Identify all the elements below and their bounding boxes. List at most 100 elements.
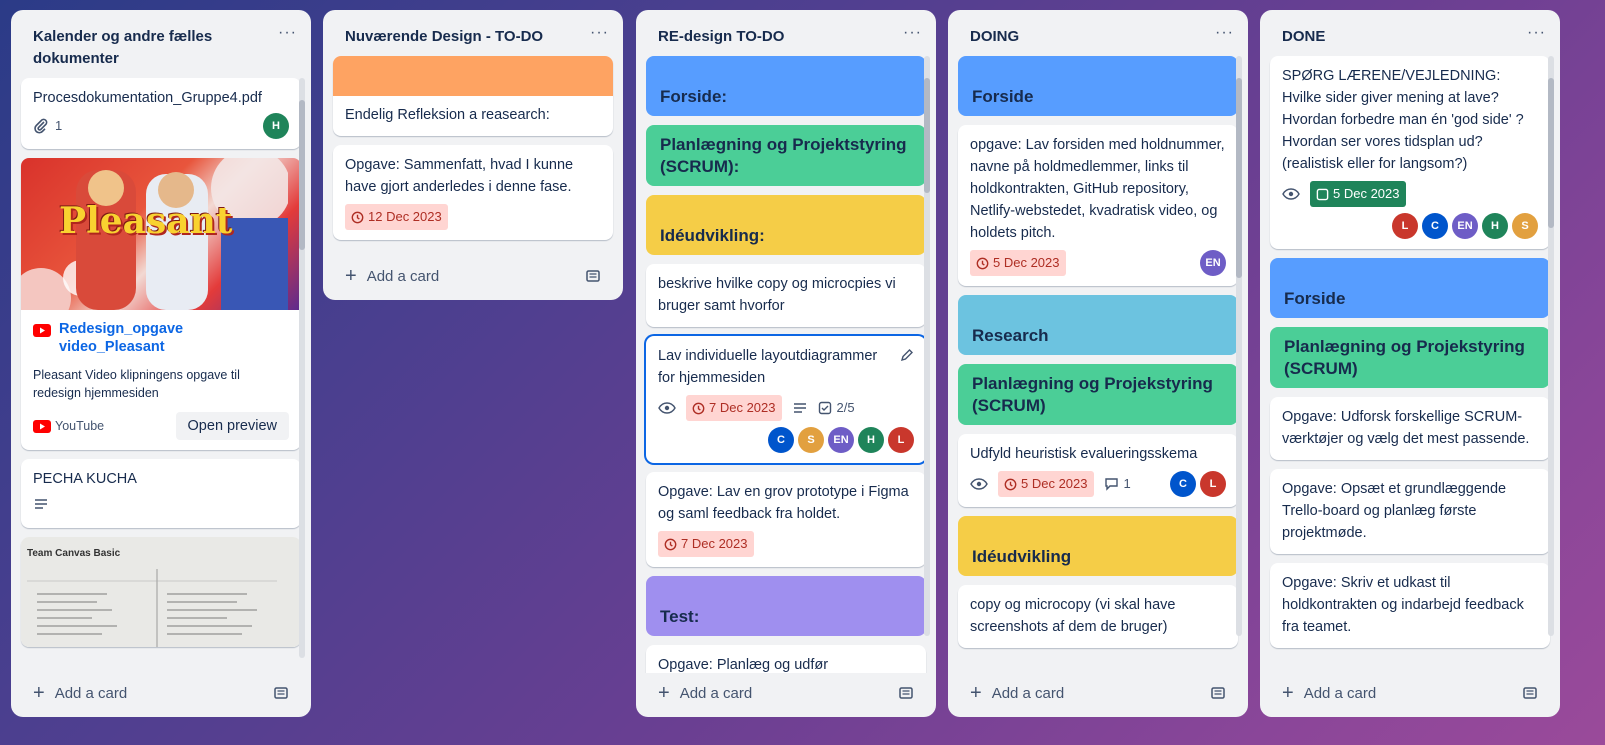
list-item[interactable]: Endelig Refleksion a reasearch: [333, 56, 613, 136]
card-title: Opgave: Skriv et udkast til holdkontrakt… [1282, 575, 1524, 635]
add-card-button[interactable]: + Add a card [323, 256, 623, 300]
avatar[interactable]: H [263, 113, 289, 139]
list-kalender: Kalender og andre fælles dokumenter ··· … [11, 10, 311, 717]
eye-icon [658, 402, 676, 414]
scrollbar-thumb[interactable] [1236, 78, 1242, 278]
list-title[interactable]: DONE [1282, 26, 1325, 48]
due-date-badge[interactable]: 5 Dec 2023 [970, 250, 1066, 276]
avatar[interactable]: EN [1200, 250, 1226, 276]
link-description: Pleasant Video klipningens opgave til re… [33, 368, 240, 400]
avatar[interactable]: H [858, 427, 884, 453]
list-menu-button[interactable]: ··· [903, 24, 922, 42]
due-date-badge[interactable]: 5 Dec 2023 [1310, 181, 1406, 207]
avatar[interactable]: L [1392, 213, 1418, 239]
plus-icon: + [1282, 682, 1294, 704]
list-item[interactable]: Procesdokumentation_Gruppe4.pdf 1 H [21, 78, 301, 149]
description-icon [793, 403, 806, 413]
label-card[interactable]: Planlægning og Projekstyring (SCRUM) [1270, 327, 1550, 388]
list-title[interactable]: Nuværende Design - TO-DO [345, 26, 543, 48]
open-preview-button[interactable]: Open preview [175, 412, 289, 440]
list-item[interactable]: Opgave: Opsæt et grundlæggende Trello-bo… [1270, 469, 1550, 554]
list-title[interactable]: Kalender og andre fælles dokumenter [33, 26, 278, 70]
add-card-button[interactable]: + Add a card [948, 673, 1248, 717]
card-cover [333, 56, 613, 96]
list-item[interactable]: Pleasant Redesign_opgave video_Pleasant … [21, 158, 301, 450]
list-menu-button[interactable]: ··· [1215, 24, 1234, 42]
add-card-button[interactable]: + Add a card [11, 673, 311, 717]
due-date-badge[interactable]: 5 Dec 2023 [998, 471, 1094, 497]
list-item[interactable]: opgave: Lav forsiden med holdnummer, nav… [958, 125, 1238, 286]
card-template-icon [1211, 687, 1225, 699]
list-item[interactable]: PECHA KUCHA [21, 459, 301, 528]
comment-badge: 1 [1104, 473, 1131, 495]
list-item[interactable]: Lav individuelle layoutdiagrammer for hj… [646, 336, 926, 463]
card-title: Udfyld heuristisk evalueringsskema [970, 446, 1198, 462]
checkbox-icon [1316, 188, 1329, 200]
list-item[interactable]: copy og microcopy (vi skal have screensh… [958, 585, 1238, 648]
add-card-button[interactable]: + Add a card [636, 673, 936, 717]
plus-icon: + [345, 265, 357, 287]
label-card[interactable]: Test: [646, 576, 926, 636]
list-nuvaerende: Nuværende Design - TO-DO ··· Endelig Ref… [323, 10, 623, 300]
list-item[interactable]: Opgave: Udforsk forskellige SCRUM-værktø… [1270, 397, 1550, 460]
avatar[interactable]: S [1512, 213, 1538, 239]
checklist-icon [818, 401, 831, 415]
label-card[interactable]: Planlægning og Projektstyring (SCRUM): [646, 125, 926, 186]
card-members: C S EN H L [658, 427, 914, 453]
avatar[interactable]: EN [1452, 213, 1478, 239]
list-header: Kalender og andre fælles dokumenter ··· [11, 10, 311, 78]
due-date-badge[interactable]: 7 Dec 2023 [658, 531, 754, 557]
label-card[interactable]: Research [958, 295, 1238, 355]
list-item[interactable]: Team Canvas Basic [21, 537, 301, 647]
scrollbar-thumb[interactable] [1548, 78, 1554, 228]
card-title: beskrive hvilke copy og microcpies vi br… [658, 276, 896, 314]
avatar[interactable]: C [768, 427, 794, 453]
list-item[interactable]: Opgave: Lav en grov prototype i Figma og… [646, 472, 926, 567]
list-item[interactable]: Opgave: Sammenfatt, hvad I kunne have gj… [333, 145, 613, 240]
card-template-icon [1523, 687, 1537, 699]
list-item[interactable]: beskrive hvilke copy og microcpies vi br… [646, 264, 926, 327]
card-list: SPØRG LÆRENE/VEJLEDNING: Hvilke sider gi… [1260, 56, 1560, 673]
attachment-badge: 1 [33, 115, 62, 137]
avatar[interactable]: L [1200, 471, 1226, 497]
list-item[interactable]: Opgave: Planlæg og udfør [646, 645, 926, 673]
avatar[interactable]: L [888, 427, 914, 453]
card-title: Opgave: Opsæt et grundlæggende Trello-bo… [1282, 481, 1507, 541]
plus-icon: + [658, 682, 670, 704]
list-item[interactable]: Udfyld heuristisk evalueringsskema 5 Dec… [958, 434, 1238, 507]
label-card[interactable]: Forside [1270, 258, 1550, 318]
paperclip-icon [34, 118, 48, 134]
avatar[interactable]: H [1482, 213, 1508, 239]
list-title[interactable]: DOING [970, 26, 1019, 48]
cover-title: Team Canvas Basic [27, 548, 121, 559]
list-menu-button[interactable]: ··· [1527, 24, 1546, 42]
list-done: DONE ··· SPØRG LÆRENE/VEJLEDNING: Hvilke… [1260, 10, 1560, 717]
label-card[interactable]: Planlægning og Projekstyring (SCRUM) [958, 364, 1238, 425]
avatar[interactable]: C [1170, 471, 1196, 497]
link-title[interactable]: Redesign_opgave video_Pleasant [59, 320, 289, 356]
youtube-icon [33, 324, 51, 337]
label-card[interactable]: Forside: [646, 56, 926, 116]
label-card[interactable]: Idéudvikling [958, 516, 1238, 576]
label-card[interactable]: Idéudvikling: [646, 195, 926, 255]
label-card[interactable]: Forside [958, 56, 1238, 116]
list-item[interactable]: Opgave: Skriv et udkast til holdkontrakt… [1270, 563, 1550, 648]
list-item[interactable]: SPØRG LÆRENE/VEJLEDNING: Hvilke sider gi… [1270, 56, 1550, 249]
card-list: Forside opgave: Lav forsiden med holdnum… [948, 56, 1248, 673]
avatar[interactable]: EN [828, 427, 854, 453]
list-title[interactable]: RE-design TO-DO [658, 26, 784, 48]
due-date-badge[interactable]: 7 Dec 2023 [686, 395, 782, 421]
video-thumbnail: Pleasant [21, 158, 301, 310]
list-doing: DOING ··· Forside opgave: Lav forsiden m… [948, 10, 1248, 717]
list-menu-button[interactable]: ··· [590, 24, 609, 42]
cover-title: Pleasant [59, 200, 233, 242]
avatar[interactable]: C [1422, 213, 1448, 239]
scrollbar-thumb[interactable] [924, 78, 930, 193]
avatar[interactable]: S [798, 427, 824, 453]
scrollbar-thumb[interactable] [299, 100, 305, 250]
clock-icon [692, 402, 705, 414]
list-menu-button[interactable]: ··· [278, 24, 297, 42]
add-card-button[interactable]: + Add a card [1260, 673, 1560, 717]
card-title: Opgave: Sammenfatt, hvad I kunne have gj… [345, 157, 574, 195]
due-date-badge[interactable]: 12 Dec 2023 [345, 204, 448, 230]
